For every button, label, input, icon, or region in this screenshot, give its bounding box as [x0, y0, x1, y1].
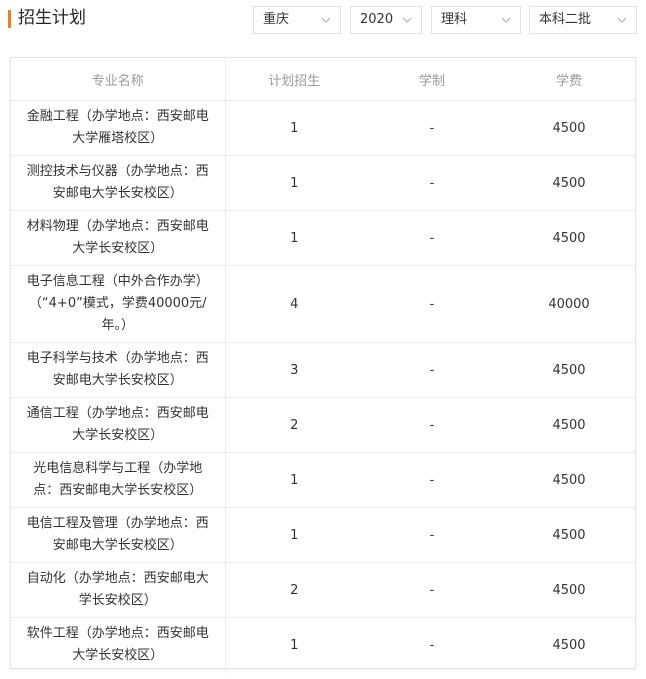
province-select-value: 重庆	[263, 12, 290, 27]
major-name: 自动化（办学地点：西安邮电大学长安校区）	[11, 562, 226, 618]
tuition-fee: 4500	[501, 452, 637, 508]
plan-count: 1	[225, 210, 363, 266]
batch-select[interactable]: 本科二批	[529, 6, 637, 34]
table-row: 电子科学与技术（办学地点：西安邮电大学长安校区） 3 - 4500	[11, 342, 637, 398]
study-years: -	[363, 397, 501, 453]
tuition-fee: 4500	[501, 507, 637, 563]
plan-count: 1	[225, 452, 363, 508]
tuition-fee: 4500	[501, 397, 637, 453]
tuition-fee: 4500	[501, 562, 637, 618]
chevron-down-icon	[402, 17, 412, 23]
plan-count: 4	[225, 265, 363, 343]
plan-count: 1	[225, 100, 363, 156]
enrollment-plan-table-card: 专业名称 计划招生 学制 学费 金融工程（办学地点：西安邮电大学雁塔校区） 1 …	[10, 57, 637, 673]
table-row: 通信工程（办学地点：西安邮电大学长安校区） 2 - 4500	[11, 397, 637, 453]
study-years: -	[363, 562, 501, 618]
plan-count: 1	[225, 155, 363, 211]
plan-count: 2	[225, 397, 363, 453]
column-header-duration: 学制	[363, 58, 501, 101]
tuition-fee: 4500	[501, 342, 637, 398]
major-name: 电信工程及管理（办学地点：西安邮电大学长安校区）	[11, 507, 226, 563]
tuition-fee: 40000	[501, 265, 637, 343]
major-name: 测控技术与仪器（办学地点：西安邮电大学长安校区）	[11, 155, 226, 211]
major-name: 光电信息科学与工程（办学地点：西安邮电大学长安校区）	[11, 452, 226, 508]
column-header-fee: 学费	[501, 58, 637, 101]
column-header-plan: 计划招生	[225, 58, 363, 101]
year-select-value: 2020	[360, 12, 394, 27]
major-name: 材料物理（办学地点：西安邮电大学长安校区）	[11, 210, 226, 266]
study-years: -	[363, 210, 501, 266]
plan-count: 1	[225, 507, 363, 563]
table-row: 光电信息科学与工程（办学地点：西安邮电大学长安校区） 1 - 4500	[11, 452, 637, 508]
table-row: 金融工程（办学地点：西安邮电大学雁塔校区） 1 - 4500	[11, 100, 637, 156]
study-years: -	[363, 507, 501, 563]
plan-count: 2	[225, 562, 363, 618]
tuition-fee: 4500	[501, 210, 637, 266]
major-name: 软件工程（办学地点：西安邮电大学长安校区）	[11, 617, 226, 673]
page-header: 招生计划 重庆 2020 理科 本科二批	[0, 0, 646, 46]
major-name: 电子信息工程（中外合作办学）（“4+0”模式，学费40000元/年。）	[11, 265, 226, 343]
study-years: -	[363, 452, 501, 508]
tuition-fee: 4500	[501, 155, 637, 211]
batch-select-value: 本科二批	[539, 12, 592, 27]
table-row: 电信工程及管理（办学地点：西安邮电大学长安校区） 1 - 4500	[11, 507, 637, 563]
study-years: -	[363, 155, 501, 211]
table-row: 电子信息工程（中外合作办学）（“4+0”模式，学费40000元/年。） 4 - …	[11, 265, 637, 343]
study-years: -	[363, 100, 501, 156]
chevron-down-icon	[617, 17, 627, 23]
major-name: 金融工程（办学地点：西安邮电大学雁塔校区）	[11, 100, 226, 156]
table-header-row: 专业名称 计划招生 学制 学费	[11, 58, 637, 101]
study-years: -	[363, 265, 501, 343]
table-row: 测控技术与仪器（办学地点：西安邮电大学长安校区） 1 - 4500	[11, 155, 637, 211]
tuition-fee: 4500	[501, 100, 637, 156]
plan-count: 1	[290, 637, 299, 653]
chevron-down-icon	[321, 17, 331, 23]
subject-select-value: 理科	[441, 12, 468, 27]
table-row: 自动化（办学地点：西安邮电大学长安校区） 2 - 4500	[11, 562, 637, 618]
tuition-fee: 4500	[552, 637, 586, 653]
page-title: 招生计划	[18, 8, 86, 28]
study-years: -	[429, 637, 435, 653]
plan-count: 3	[225, 342, 363, 398]
province-select[interactable]: 重庆	[253, 6, 341, 34]
table-row: 软件工程（办学地点：西安邮电大学长安校区） 1 - 4500	[11, 617, 637, 673]
study-years: -	[363, 342, 501, 398]
major-name: 电子科学与技术（办学地点：西安邮电大学长安校区）	[11, 342, 226, 398]
column-header-major: 专业名称	[11, 58, 226, 101]
chevron-down-icon	[501, 17, 511, 23]
major-name: 通信工程（办学地点：西安邮电大学长安校区）	[11, 397, 226, 453]
year-select[interactable]: 2020	[350, 6, 422, 34]
subject-select[interactable]: 理科	[431, 6, 521, 34]
table-row: 材料物理（办学地点：西安邮电大学长安校区） 1 - 4500	[11, 210, 637, 266]
title-accent-bar	[8, 10, 11, 28]
enrollment-plan-table: 专业名称 计划招生 学制 学费 金融工程（办学地点：西安邮电大学雁塔校区） 1 …	[11, 58, 637, 673]
